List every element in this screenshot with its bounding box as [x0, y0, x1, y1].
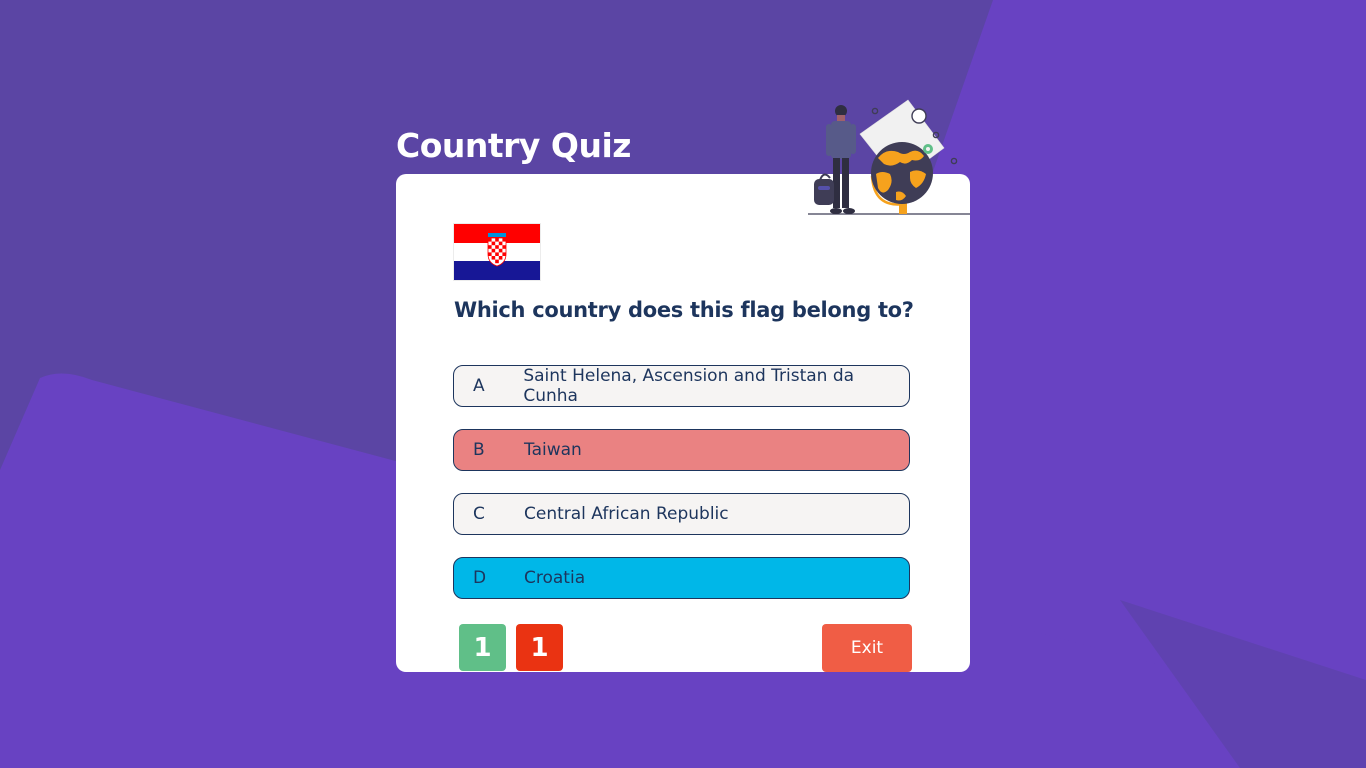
option-c[interactable]: C Central African Republic: [453, 493, 910, 535]
quiz-card: Which country does this flag belong to? …: [396, 174, 970, 672]
croatia-flag-icon: [454, 224, 540, 280]
option-label: Croatia: [524, 568, 586, 588]
correct-count-badge: 1: [459, 624, 506, 671]
option-a[interactable]: A Saint Helena, Ascension and Tristan da…: [453, 365, 910, 407]
option-letter: A: [473, 376, 485, 396]
option-letter: B: [473, 440, 485, 460]
page-title: Country Quiz: [396, 126, 632, 165]
traveler-globe-illustration: [808, 99, 970, 215]
exit-button[interactable]: Exit: [822, 624, 912, 672]
option-letter: D: [473, 568, 487, 588]
option-d[interactable]: D Croatia: [453, 557, 910, 599]
option-b[interactable]: B Taiwan: [453, 429, 910, 471]
wrong-count-badge: 1: [516, 624, 563, 671]
option-label: Central African Republic: [524, 504, 729, 524]
option-label: Taiwan: [524, 440, 582, 460]
option-letter: C: [473, 504, 485, 524]
option-label: Saint Helena, Ascension and Tristan da C…: [523, 366, 855, 406]
question-text: Which country does this flag belong to?: [454, 298, 914, 322]
